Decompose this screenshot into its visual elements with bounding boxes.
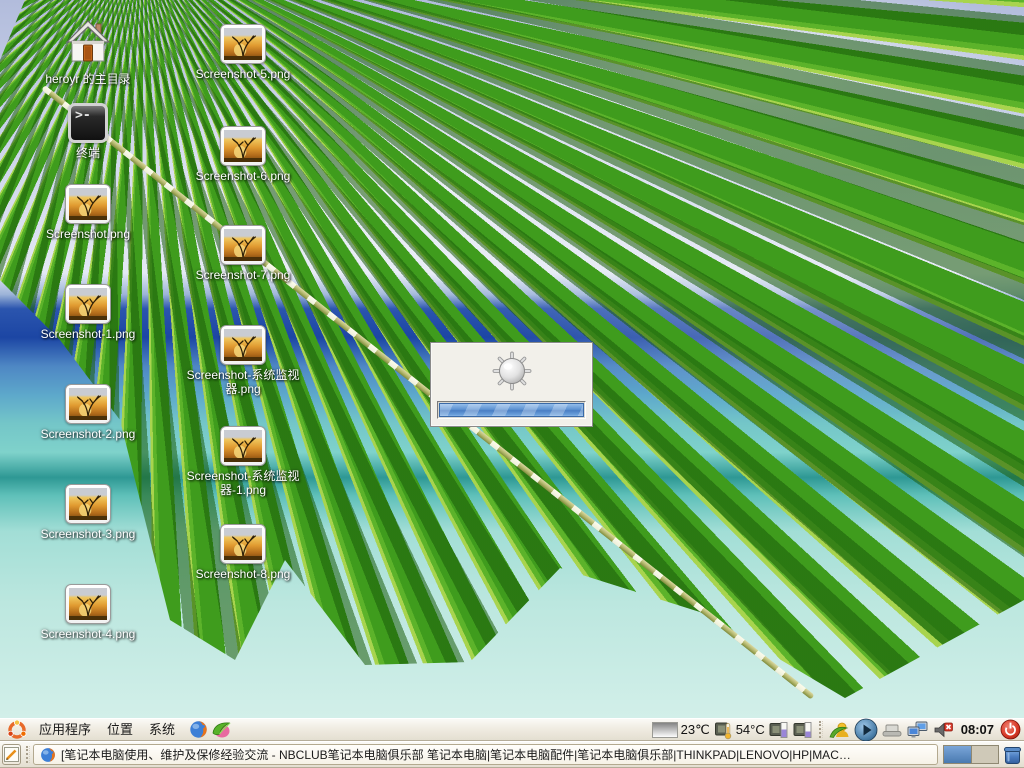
taskbar-window-title: [笔记本电脑使用、维护及保修经验交流 - NBCLUB笔记本电脑俱乐部 笔记本电… [61, 746, 851, 763]
menu-system[interactable]: 系统 [141, 719, 183, 740]
desktop-icon[interactable]: Screenshot-7.png [183, 225, 303, 282]
user-applet-icon[interactable] [829, 720, 851, 740]
home-folder-icon [65, 20, 111, 64]
desktop-icon-image [65, 284, 111, 324]
desktop-icon[interactable]: Screenshot-1.png [28, 284, 148, 341]
desktop-icon[interactable]: Screenshot-2.png [28, 384, 148, 441]
desktop-icon-image [65, 20, 111, 69]
trash-applet-icon[interactable] [1003, 744, 1022, 765]
screenshot-thumbnail-icon [220, 524, 266, 564]
mine-sun-icon [431, 349, 592, 393]
power-logout-icon[interactable] [1000, 719, 1021, 740]
screenshot-thumbnail-icon [65, 584, 111, 624]
sensor-temp-cpu: 54°C [736, 722, 765, 737]
clock[interactable]: 08:07 [958, 722, 997, 737]
desktop-icon-label: Screenshot-1.png [41, 327, 136, 341]
desktop-icon-label: Screenshot-6.png [196, 169, 291, 183]
sensor-chip-thermometer-icon[interactable] [713, 720, 733, 740]
desktop-icon-image [220, 225, 266, 265]
desktop-icon-image [65, 484, 111, 524]
window-list-panel: [笔记本电脑使用、维护及保修经验交流 - NBCLUB笔记本电脑俱乐部 笔记本电… [0, 741, 1024, 768]
desktop-icon-label: Screenshot-3.png [41, 527, 136, 541]
desktop-icon-image [220, 126, 266, 166]
desktop-icon-label: Screenshot-2.png [41, 427, 136, 441]
desktop-icon-label: Screenshot-8.png [196, 567, 291, 581]
desktop-icon-label: Screenshot-系统监视器.png [184, 368, 302, 396]
loading-splash-dialog [430, 342, 593, 427]
desktop-icon-image [220, 325, 266, 365]
screenshot-thumbnail-icon [220, 126, 266, 166]
ubuntu-logo-icon[interactable] [7, 720, 27, 740]
desktop-icon-label: Screenshot-4.png [41, 627, 136, 641]
desktop-icon[interactable]: Screenshot.png [28, 184, 148, 241]
desktop-icon-label: Screenshot.png [46, 227, 130, 241]
desktop-icon-image [65, 384, 111, 424]
workspace-1[interactable] [944, 746, 971, 763]
menu-places[interactable]: 位置 [99, 719, 141, 740]
desktop-icon-label: Screenshot-7.png [196, 268, 291, 282]
desktop-icon[interactable]: Screenshot-6.png [183, 126, 303, 183]
cpufreq-applet-icon[interactable] [652, 722, 678, 738]
app-launcher-icon[interactable] [211, 720, 232, 739]
firefox-window-icon [40, 747, 56, 763]
screenshot-thumbnail-icon [65, 484, 111, 524]
sensor-chip-bar-icon-2[interactable] [792, 720, 813, 740]
tray-grip-handle[interactable] [819, 721, 823, 738]
desktop-icon[interactable]: Screenshot-系统监视器.png [183, 325, 303, 396]
desktop-icon[interactable]: >- 终端 [28, 103, 148, 160]
screenshot-thumbnail-icon [220, 225, 266, 265]
desktop-icon-label: 终端 [76, 146, 100, 160]
sensor-temp-ambient: 23℃ [681, 722, 710, 738]
network-applet-icon[interactable] [906, 720, 930, 740]
screenshot-thumbnail-icon [65, 284, 111, 324]
desktop-icon[interactable]: Screenshot-3.png [28, 484, 148, 541]
desktop-icon-label: heroyr 的主目录 [45, 72, 130, 86]
workspace-2[interactable] [971, 746, 998, 763]
desktop-icon[interactable]: Screenshot-4.png [28, 584, 148, 641]
screenshot-thumbnail-icon [65, 384, 111, 424]
desktop-icon-image [65, 584, 111, 624]
terminal-icon: >- [68, 103, 108, 143]
desktop-icon[interactable]: Screenshot-系统监视器-1.png [183, 426, 303, 497]
desktop-icon-image [220, 426, 266, 466]
firefox-launcher-icon[interactable] [189, 720, 208, 739]
menu-applications[interactable]: 应用程序 [31, 719, 99, 740]
desktop[interactable]: heroyr 的主目录 Screenshot-5.png >- 终端 [0, 0, 1024, 718]
screenshot-thumbnail-icon [220, 325, 266, 365]
device-tray-icon[interactable] [881, 721, 903, 739]
desktop-icon[interactable]: Screenshot-8.png [183, 524, 303, 581]
workspace-switcher [943, 745, 999, 764]
desktop-icon-image [220, 524, 266, 564]
desktop-icon-label: Screenshot-系统监视器-1.png [184, 469, 302, 497]
screenshot-thumbnail-icon [220, 24, 266, 64]
screenshot-thumbnail-icon [220, 426, 266, 466]
taskbar-grip-handle[interactable] [26, 746, 30, 763]
desktop-icon[interactable]: heroyr 的主目录 [28, 20, 148, 86]
desktop-icon-image [220, 24, 266, 64]
splash-progress-fill [439, 403, 584, 417]
taskbar-window-button[interactable]: [笔记本电脑使用、维护及保修经验交流 - NBCLUB笔记本电脑俱乐部 笔记本电… [33, 744, 938, 765]
media-player-tray-icon[interactable] [854, 718, 878, 742]
desktop-icon-image: >- [68, 103, 108, 143]
sensor-chip-bar-icon-1[interactable] [768, 720, 789, 740]
desktop-icon-image [65, 184, 111, 224]
screen: heroyr 的主目录 Screenshot-5.png >- 终端 [0, 0, 1024, 768]
show-desktop-button[interactable] [2, 744, 21, 765]
screenshot-thumbnail-icon [65, 184, 111, 224]
splash-progress-bar [437, 401, 586, 419]
desktop-icon-label: Screenshot-5.png [196, 67, 291, 81]
system-tray: 23℃ 54°C [652, 718, 1021, 742]
gnome-panel: 应用程序 位置 系统 23℃ [0, 718, 1024, 741]
volume-muted-icon[interactable] [933, 720, 955, 740]
desktop-icon[interactable]: Screenshot-5.png [183, 24, 303, 81]
